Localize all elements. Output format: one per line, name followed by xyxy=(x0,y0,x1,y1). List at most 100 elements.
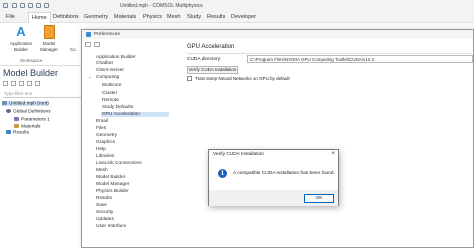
verify-cuda-installation-button[interactable]: Verify CUDA Installation xyxy=(187,66,238,74)
tab-geometry[interactable]: Geometry xyxy=(84,14,108,20)
pref-item-physics-builder[interactable]: Physics Builder xyxy=(96,189,129,194)
pref-item-cluster[interactable]: Cluster xyxy=(102,91,117,96)
verify-dialog-message: A compatible CUDA installation has been … xyxy=(233,171,335,176)
tab-results[interactable]: Results xyxy=(207,14,225,20)
tab-developer[interactable]: Developer xyxy=(231,14,256,20)
pref-item-mesh[interactable]: Mesh xyxy=(96,168,108,173)
info-icon: i xyxy=(218,169,227,178)
preferences-title-bar: Preferences xyxy=(82,30,473,39)
application-builder-button[interactable]: A Application Builder xyxy=(6,25,36,52)
pref-item-client-server[interactable]: Client-Server xyxy=(96,68,124,73)
tree-item-materials[interactable]: Materials xyxy=(14,124,40,129)
back-icon[interactable] xyxy=(85,42,91,47)
title-bar: Untitled.mph - COMSOL Multiphysics xyxy=(0,0,474,11)
train-dnn-on-gpu-checkbox[interactable] xyxy=(187,76,192,81)
collapse-icon[interactable] xyxy=(27,81,32,86)
ribbon: A Application Builder Model Manager Work… xyxy=(0,23,85,66)
pref-item-user-interface[interactable]: User Interface xyxy=(96,224,126,229)
tree-label: Global Definitions xyxy=(13,109,51,115)
pref-item-remote[interactable]: Remote xyxy=(102,98,119,103)
train-dnn-on-gpu-label: Train Deep Neural Networks on GPU by def… xyxy=(195,76,290,81)
new-file-icon[interactable] xyxy=(12,3,17,8)
parameters-icon xyxy=(14,117,19,121)
tab-study[interactable]: Study xyxy=(187,14,201,20)
model-manager-icon xyxy=(43,25,55,39)
workspace-group-label: Workspace xyxy=(20,58,43,63)
model-builder-panel: Model Builder Type filter text Untitled.… xyxy=(0,66,85,248)
pref-item-email[interactable]: Email xyxy=(96,119,108,124)
window-title: Untitled.mph - COMSOL Multiphysics xyxy=(120,3,203,9)
tab-definitions[interactable]: Definitions xyxy=(53,14,79,20)
pref-item-graphics[interactable]: Graphics xyxy=(96,140,115,145)
verify-dialog-title: Verify CUDA Installation xyxy=(213,152,264,157)
preferences-dialog: Preferences ⌄ Application Builder Chatbo… xyxy=(81,29,474,248)
verify-dialog-body: i A compatible CUDA installation has bee… xyxy=(209,159,338,190)
verify-dialog-title-bar: Verify CUDA Installation × xyxy=(209,150,338,159)
tree-item-global-definitions[interactable]: Global Definitions xyxy=(6,109,51,114)
pref-item-model-manager[interactable]: Model Manager xyxy=(96,182,129,187)
back-icon[interactable] xyxy=(3,81,8,86)
heading-divider xyxy=(187,53,472,54)
tree-item-parameters[interactable]: Parameters 1 xyxy=(14,117,50,122)
tab-materials[interactable]: Materials xyxy=(114,14,136,20)
pref-item-libraries[interactable]: Libraries xyxy=(96,154,114,159)
cuda-directory-label: CUDA directory: xyxy=(187,57,222,62)
computing-expand-icon[interactable]: ⌄ xyxy=(88,74,92,80)
cuda-directory-field[interactable]: C:\Program Files\NVIDIA GPU Computing To… xyxy=(247,55,473,63)
preferences-icon xyxy=(86,32,91,37)
forward-icon[interactable] xyxy=(11,81,16,86)
pref-item-computing[interactable]: Computing xyxy=(96,75,119,80)
pref-item-files[interactable]: Files xyxy=(96,126,106,131)
tab-file[interactable]: File xyxy=(6,14,15,20)
close-icon[interactable]: × xyxy=(331,151,335,157)
tree-label: Parameters 1 xyxy=(21,117,50,123)
save-icon[interactable] xyxy=(28,3,33,8)
undo-icon[interactable] xyxy=(36,3,41,8)
ribbon-cut-off-label: Co xyxy=(70,47,76,52)
pref-item-security[interactable]: Security xyxy=(96,210,113,215)
pref-item-model-builder[interactable]: Model Builder xyxy=(96,175,125,180)
materials-icon xyxy=(14,124,19,128)
app-icon xyxy=(3,3,8,8)
open-file-icon[interactable] xyxy=(20,3,25,8)
pref-item-study-defaults[interactable]: Study Defaults xyxy=(102,105,133,110)
tree-item-root[interactable]: Untitled.mph (root) xyxy=(2,101,49,107)
preferences-title: Preferences xyxy=(94,32,120,37)
ok-button[interactable]: OK xyxy=(304,194,334,203)
menu-bar: File Home Definitions Geometry Materials… xyxy=(0,11,474,23)
preferences-toolbar xyxy=(85,42,103,49)
pref-item-livelink-connections[interactable]: LiveLink Connections xyxy=(96,161,142,166)
model-builder-title: Model Builder xyxy=(3,68,59,78)
tab-home[interactable]: Home xyxy=(28,12,51,23)
redo-icon[interactable] xyxy=(44,3,49,8)
application-builder-label: Application Builder xyxy=(9,41,32,52)
root-icon xyxy=(2,101,7,105)
pref-item-gpu-acceleration[interactable]: GPU Acceleration xyxy=(101,112,169,117)
expand-icon[interactable] xyxy=(35,81,40,86)
tree-label: Results xyxy=(13,130,29,136)
tree-label: Materials xyxy=(21,124,41,130)
filter-input[interactable]: Type filter text xyxy=(3,91,83,98)
results-icon xyxy=(6,130,11,134)
application-builder-icon: A xyxy=(16,24,26,39)
verify-dialog-footer: OK xyxy=(209,190,338,206)
tab-physics[interactable]: Physics xyxy=(143,14,162,20)
verify-cuda-dialog: Verify CUDA Installation × i A compatibl… xyxy=(208,149,339,206)
pref-item-multicore[interactable]: Multicore xyxy=(102,83,121,88)
pref-item-results[interactable]: Results xyxy=(96,196,112,201)
tree-label: Untitled.mph (root) xyxy=(9,101,49,107)
tree-item-results[interactable]: Results xyxy=(6,130,29,135)
show-icon[interactable] xyxy=(19,81,24,86)
forward-icon[interactable] xyxy=(94,42,100,47)
pref-item-help[interactable]: Help xyxy=(96,147,106,152)
tab-mesh[interactable]: Mesh xyxy=(167,14,180,20)
gpu-acceleration-heading: GPU Acceleration xyxy=(187,44,235,50)
pref-item-save[interactable]: Save xyxy=(96,203,107,208)
globe-icon xyxy=(6,109,11,113)
pref-item-application-builder[interactable]: Application Builder xyxy=(96,55,136,60)
pref-item-chatbot[interactable]: Chatbot xyxy=(96,61,113,66)
pref-item-geometry[interactable]: Geometry xyxy=(96,133,117,138)
pref-item-updates[interactable]: Updates xyxy=(96,217,114,222)
model-manager-label: Model Manager xyxy=(40,41,58,52)
model-manager-button[interactable]: Model Manager xyxy=(36,25,62,52)
